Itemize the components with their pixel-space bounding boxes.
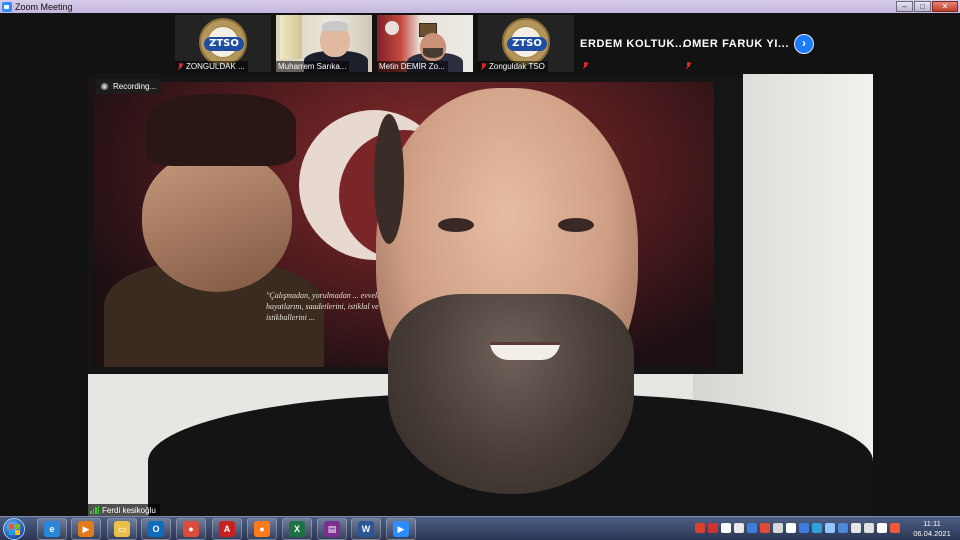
connection-signal-icon (90, 506, 99, 514)
window-title: Zoom Meeting (15, 1, 73, 12)
mic-muted-icon (685, 62, 692, 70)
record-icon (101, 83, 108, 90)
tray-icon[interactable] (812, 523, 822, 533)
zoom-icon: ▶ (393, 521, 409, 537)
taskbar-app-file-explorer[interactable]: ▭ (107, 518, 137, 540)
ztso-logo: ZTSO (502, 18, 550, 66)
clock-date: 06.04.2021 (913, 529, 951, 538)
taskbar-app-excel[interactable]: X (282, 518, 312, 540)
participant-name: OMER FARUK YI... (683, 38, 789, 50)
taskbar-app-zoom[interactable]: ▶ (386, 518, 416, 540)
participant-strip: ZTSO ZONGULDAK ... Muharrem Sarıka... Me… (0, 13, 960, 73)
word-icon: W (358, 521, 374, 537)
maximize-button[interactable]: □ (914, 1, 931, 12)
taskbar-app-word[interactable]: W (351, 518, 381, 540)
tray-icon[interactable] (838, 523, 848, 533)
firefox-icon: ● (254, 521, 270, 537)
media-player-icon: ▶ (78, 521, 94, 537)
tray-icon[interactable] (695, 523, 705, 533)
tray-icon[interactable] (773, 523, 783, 533)
taskbar-app-acrobat[interactable]: A (212, 518, 242, 540)
tray-icon[interactable] (721, 523, 731, 533)
windows-taskbar: e ▶ ▭ O ● A ● X ▤ W ▶ 11:11 06.04.2021 (0, 516, 960, 540)
chrome-icon: ● (183, 521, 199, 537)
zoom-app-icon (2, 1, 12, 12)
recording-indicator[interactable]: Recording... (96, 79, 163, 94)
taskbar-clock[interactable]: 11:11 06.04.2021 (912, 519, 952, 539)
tray-icon[interactable] (734, 523, 744, 533)
participant-name: Muharrem Sarıka... (276, 61, 350, 72)
taskbar-app-media-player[interactable]: ▶ (71, 518, 101, 540)
participant-tile-omer[interactable]: OMER FARUK YI... (681, 15, 791, 72)
internet-explorer-icon: e (44, 521, 60, 537)
tray-icon[interactable] (825, 523, 835, 533)
clock-time: 11:11 (923, 519, 941, 528)
participant-name: Zonguldak TSO (478, 61, 548, 72)
excel-icon: X (289, 521, 305, 537)
taskbar-app-chrome[interactable]: ● (176, 518, 206, 540)
acrobat-icon: A (219, 521, 235, 537)
active-speaker-video[interactable]: "Çalışmadan, yorulmadan ... evvela hayat… (88, 74, 873, 516)
minimize-button[interactable]: – (896, 1, 913, 12)
window-controls: – □ ✕ (896, 1, 958, 12)
ztso-logo: ZTSO (199, 18, 247, 66)
system-tray (695, 523, 900, 533)
start-button[interactable] (3, 518, 25, 540)
taskbar-app-winrar[interactable]: ▤ (317, 518, 347, 540)
mic-muted-icon (582, 62, 589, 70)
tray-icon[interactable] (708, 523, 718, 533)
outlook-icon: O (148, 521, 164, 537)
mic-muted-icon (177, 62, 184, 71)
tray-icon[interactable] (747, 523, 757, 533)
participant-name: ERDEM KOLTUK... (580, 38, 686, 50)
close-button[interactable]: ✕ (932, 1, 958, 12)
participant-tile-zonguldak[interactable]: ZTSO ZONGULDAK ... (175, 15, 271, 72)
tray-icon[interactable] (877, 523, 887, 533)
tray-icon[interactable] (851, 523, 861, 533)
taskbar-app-firefox[interactable]: ● (247, 518, 277, 540)
participant-tile-metin[interactable]: Metin DEMİR Zo... (377, 15, 473, 72)
winrar-icon: ▤ (324, 521, 340, 537)
mic-muted-icon (480, 62, 487, 71)
tray-icon[interactable] (890, 523, 900, 533)
taskbar-app-outlook[interactable]: O (141, 518, 171, 540)
tray-icon[interactable] (786, 523, 796, 533)
participant-name: Metin DEMİR Zo... (377, 61, 448, 72)
next-participants-button[interactable]: › (794, 34, 814, 54)
taskbar-app-internet-explorer[interactable]: e (37, 518, 67, 540)
file-explorer-icon: ▭ (114, 521, 130, 537)
tray-icon[interactable] (760, 523, 770, 533)
participant-tile-zonguldak-tso[interactable]: ZTSO Zonguldak TSO (478, 15, 574, 72)
participant-tile-erdem[interactable]: ERDEM KOLTUK... (578, 15, 688, 72)
tray-icon[interactable] (864, 523, 874, 533)
window-titlebar: Zoom Meeting – □ ✕ (0, 0, 960, 13)
tray-icon[interactable] (799, 523, 809, 533)
participant-tile-muharrem[interactable]: Muharrem Sarıka... (276, 15, 372, 72)
participant-name: ZONGULDAK ... (175, 61, 248, 72)
speaker-name-label: Ferdi kesikoğlu (88, 504, 160, 516)
